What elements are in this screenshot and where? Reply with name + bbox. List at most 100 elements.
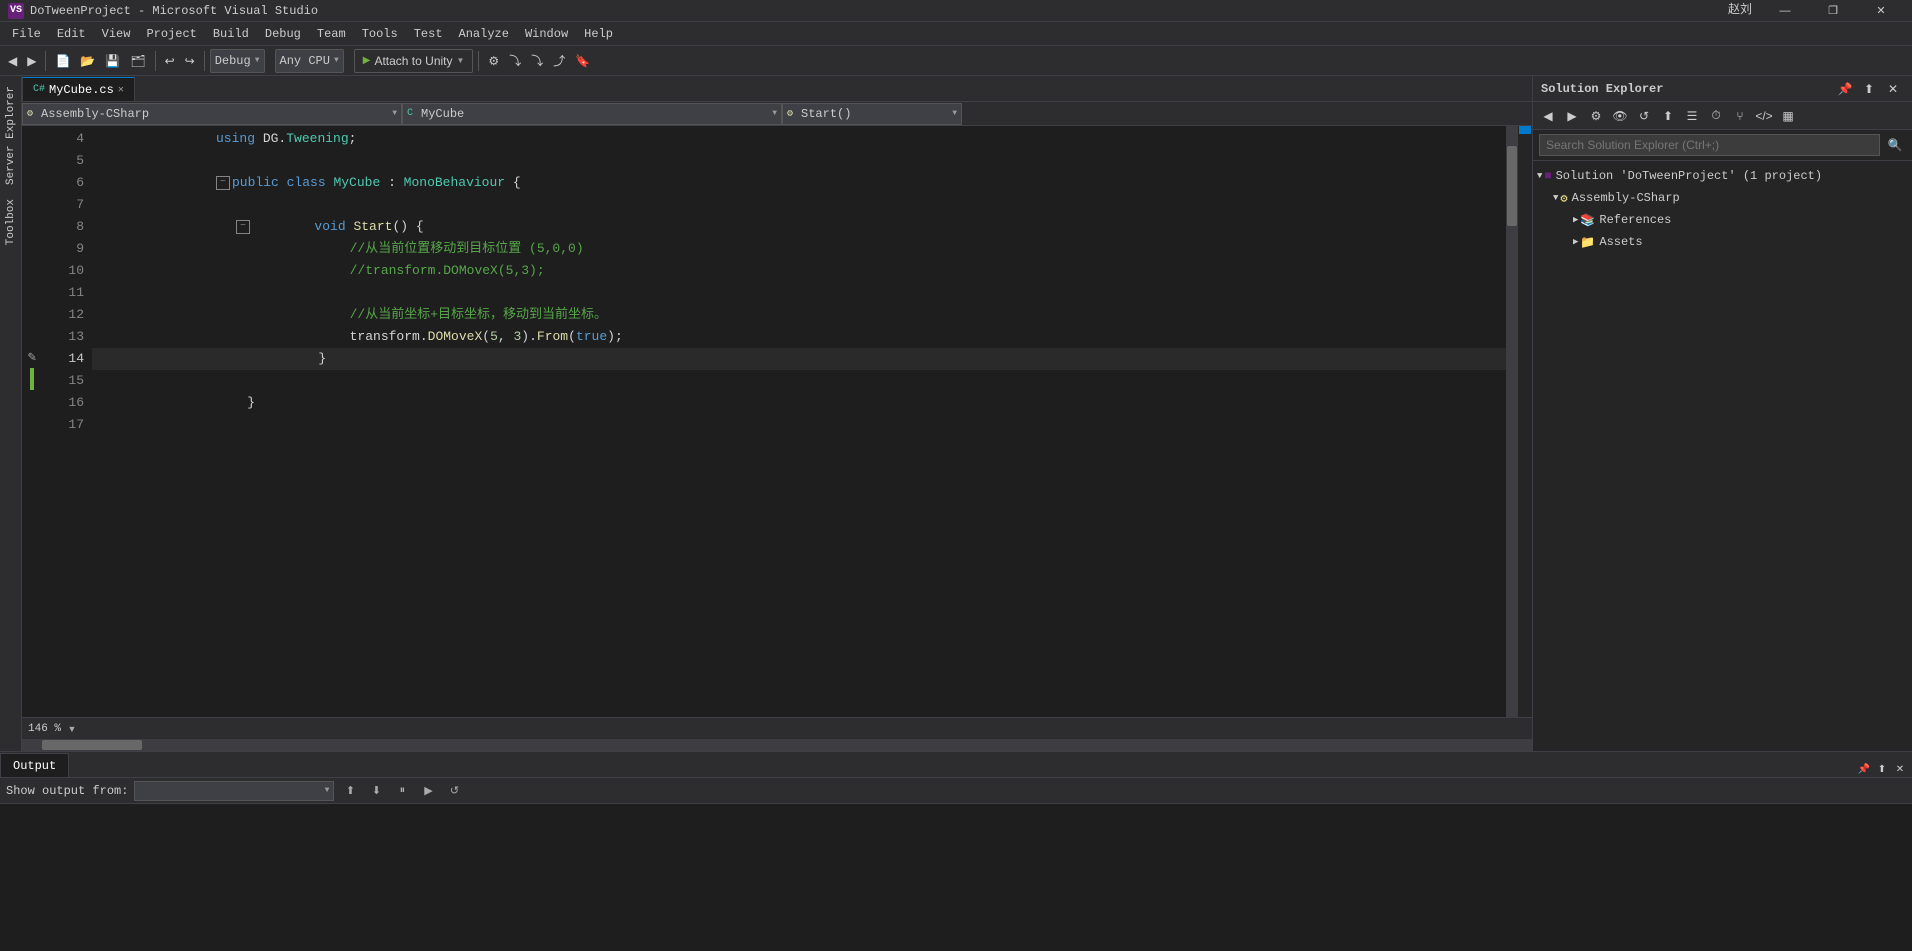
- linenum-13: 13: [42, 326, 84, 348]
- assembly-label: Assembly-CSharp: [41, 107, 149, 121]
- attach-to-unity-button[interactable]: ▶ Attach to Unity ▼: [354, 49, 474, 73]
- output-clear-button[interactable]: ↺: [444, 781, 464, 801]
- platform-label: Any CPU: [280, 54, 330, 68]
- bp-close-button[interactable]: ✕: [1892, 761, 1908, 777]
- menu-edit[interactable]: Edit: [49, 22, 94, 46]
- se-layout-button[interactable]: ▦: [1777, 105, 1799, 127]
- save-all-button[interactable]: 🗂: [126, 48, 149, 74]
- close-button[interactable]: ✕: [1858, 0, 1904, 22]
- output-toolbar: Show output from: ▼ ⬆ ⬇ ⏸ ▶ ↺: [0, 778, 1912, 804]
- menu-help[interactable]: Help: [576, 22, 621, 46]
- server-explorer-tab[interactable]: Server Explorer: [2, 80, 20, 191]
- step-out-button[interactable]: ⤴: [549, 48, 569, 74]
- se-collapse-button[interactable]: ⬆: [1657, 105, 1679, 127]
- class-dropdown[interactable]: C MyCube ▼: [402, 103, 782, 125]
- tree-arrow-solution[interactable]: ▼: [1537, 171, 1542, 181]
- bookmark-button[interactable]: 🔖: [571, 48, 594, 74]
- bp-float-button[interactable]: ⬆: [1874, 761, 1890, 777]
- se-code-button[interactable]: </>: [1753, 105, 1775, 127]
- code-line-14: }: [92, 348, 1506, 370]
- platform-dropdown[interactable]: Any CPU ▼: [275, 49, 344, 73]
- tree-arrow-assets[interactable]: ▶: [1573, 237, 1578, 247]
- output-tab[interactable]: Output: [0, 753, 69, 777]
- toolbox-tab[interactable]: Toolbox: [2, 193, 20, 251]
- tree-item-solution[interactable]: ▼ ■ Solution 'DoTweenProject' (1 project…: [1533, 165, 1912, 187]
- tree-item-assets[interactable]: ▶ 📁 Assets: [1533, 231, 1912, 253]
- se-refresh-button[interactable]: ↺: [1633, 105, 1655, 127]
- bottom-panel-controls: 📌 ⬆ ✕: [1856, 761, 1912, 777]
- menu-window[interactable]: Window: [517, 22, 576, 46]
- tab-close-icon[interactable]: ✕: [118, 84, 124, 96]
- margin-7: [22, 192, 42, 214]
- output-pause-button[interactable]: ⏸: [392, 781, 412, 801]
- maximize-button[interactable]: ❐: [1810, 0, 1856, 22]
- menu-debug[interactable]: Debug: [257, 22, 309, 46]
- window-controls: 赵刘 — ❐ ✕: [1728, 0, 1904, 22]
- menu-view[interactable]: View: [94, 22, 139, 46]
- menu-file[interactable]: File: [4, 22, 49, 46]
- vs-icon: VS: [8, 3, 24, 19]
- margin-6: [22, 170, 42, 192]
- h-scrollbar[interactable]: [22, 739, 1532, 751]
- menu-team[interactable]: Team: [309, 22, 354, 46]
- bp-pin-button[interactable]: 📌: [1856, 761, 1872, 777]
- tree-item-assembly[interactable]: ▼ ⚙ Assembly-CSharp: [1533, 187, 1912, 209]
- tree-arrow-assembly[interactable]: ▼: [1553, 193, 1558, 203]
- h-scrollbar-thumb[interactable]: [42, 740, 142, 750]
- se-forward-button[interactable]: ▶: [1561, 105, 1583, 127]
- zoom-decrease-button[interactable]: ▼: [65, 722, 79, 736]
- se-pin-button[interactable]: 📌: [1834, 78, 1856, 100]
- code-line-9: //从当前位置移动到目标位置 (5,0,0): [92, 238, 1506, 260]
- se-float-button[interactable]: ⬆: [1858, 78, 1880, 100]
- tab-icon: C#: [33, 84, 45, 95]
- step-over-button[interactable]: ⤵: [505, 48, 525, 74]
- assembly-dropdown[interactable]: ⚙ Assembly-CSharp ▼: [22, 103, 402, 125]
- se-show-all-button[interactable]: 👁: [1609, 105, 1631, 127]
- se-close-button[interactable]: ✕: [1882, 78, 1904, 100]
- se-git-button[interactable]: ⑂: [1729, 105, 1751, 127]
- editor-scrollbar[interactable]: [1506, 126, 1518, 717]
- menu-analyze[interactable]: Analyze: [451, 22, 517, 46]
- forward-button[interactable]: ▶: [23, 48, 40, 74]
- menu-tools[interactable]: Tools: [354, 22, 406, 46]
- minimize-button[interactable]: —: [1762, 0, 1808, 22]
- undo-button[interactable]: ↩: [161, 48, 179, 74]
- se-search-bar: 🔍: [1533, 130, 1912, 161]
- solution-icon: ■: [1544, 169, 1551, 183]
- back-button[interactable]: ◀: [4, 48, 21, 74]
- margin-14: ✎: [22, 346, 42, 368]
- save-button[interactable]: 💾: [101, 48, 124, 74]
- se-properties-button[interactable]: ⚙: [1585, 105, 1607, 127]
- redo-button[interactable]: ↪: [181, 48, 199, 74]
- margin-13: [22, 324, 42, 346]
- menu-project[interactable]: Project: [138, 22, 204, 46]
- menu-bar: File Edit View Project Build Debug Team …: [0, 22, 1912, 46]
- code-content[interactable]: using DG. Tweening ; − public class: [92, 126, 1506, 717]
- se-tree: ▼ ■ Solution 'DoTweenProject' (1 project…: [1533, 161, 1912, 751]
- output-source-dropdown[interactable]: ▼: [134, 781, 334, 801]
- tree-item-references[interactable]: ▶ 📚 References: [1533, 209, 1912, 231]
- debug-mode-dropdown[interactable]: Debug ▼: [210, 49, 265, 73]
- collapse-8[interactable]: −: [236, 220, 250, 234]
- menu-build[interactable]: Build: [205, 22, 257, 46]
- step-into-button[interactable]: ⤵: [527, 48, 547, 74]
- method-dropdown[interactable]: ⚙ Start() ▼: [782, 103, 962, 125]
- open-button[interactable]: 📂: [76, 48, 99, 74]
- se-toolbar: ◀ ▶ ⚙ 👁 ↺ ⬆ ☰ ⏱ ⑂ </> ▦: [1533, 102, 1912, 130]
- output-up-button[interactable]: ⬆: [340, 781, 360, 801]
- breakpoints-button[interactable]: ⚙: [484, 48, 503, 74]
- new-file-button[interactable]: 📄: [51, 48, 74, 74]
- collapse-6[interactable]: −: [216, 176, 230, 190]
- tab-mycube[interactable]: C# MyCube.cs ✕: [22, 77, 135, 101]
- se-search-button[interactable]: 🔍: [1884, 134, 1906, 156]
- scrollbar-thumb[interactable]: [1507, 146, 1517, 226]
- output-down-button[interactable]: ⬇: [366, 781, 386, 801]
- se-back-button[interactable]: ◀: [1537, 105, 1559, 127]
- code-editor[interactable]: ✎ 4 5 6 7 8 9 10 11: [22, 126, 1532, 717]
- se-filter-button[interactable]: ☰: [1681, 105, 1703, 127]
- se-search-input[interactable]: [1539, 134, 1880, 156]
- se-pending-button[interactable]: ⏱: [1705, 105, 1727, 127]
- output-play-button[interactable]: ▶: [418, 781, 438, 801]
- tree-arrow-references[interactable]: ▶: [1573, 215, 1578, 225]
- menu-test[interactable]: Test: [406, 22, 451, 46]
